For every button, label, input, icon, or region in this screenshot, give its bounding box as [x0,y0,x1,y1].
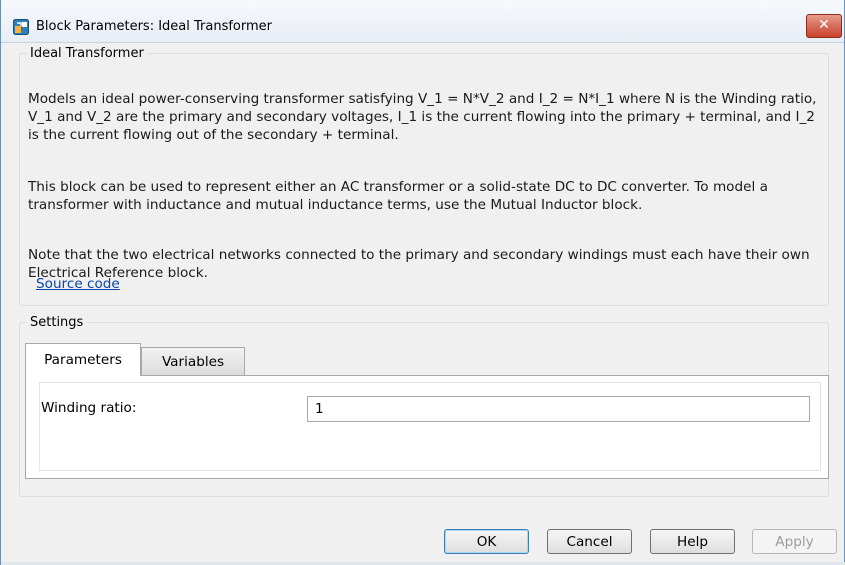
block-description-legend: Ideal Transformer [30,46,144,61]
apply-button[interactable]: Apply [752,529,837,554]
tab-parameters[interactable]: Parameters [25,343,141,376]
description-paragraph-2: This block can be used to represent eith… [28,179,768,213]
tab-variables-label: Variables [161,354,225,370]
source-code-link[interactable]: Source code [36,276,120,292]
winding-ratio-label: Winding ratio: [41,400,137,416]
description-paragraph-1: Models an ideal power-conserving transfo… [28,91,817,143]
tab-variables[interactable]: Variables [141,347,245,376]
help-button[interactable]: Help [650,529,735,554]
window-title: Block Parameters: Ideal Transformer [36,19,273,34]
winding-ratio-input[interactable] [307,396,810,422]
description-paragraph-3: Note that the two electrical networks co… [28,247,810,281]
settings-legend: Settings [30,315,84,330]
parameters-panel [25,375,829,479]
dialog-window: Block Parameters: Ideal Transformer ✕ Id… [0,0,845,565]
tab-parameters-label: Parameters [44,352,122,368]
block-description-group: Ideal Transformer Models an ideal power-… [19,46,829,306]
close-icon: ✕ [818,17,830,33]
cancel-button[interactable]: Cancel [547,529,632,554]
close-button[interactable]: ✕ [806,14,842,38]
simulink-block-icon [13,19,29,35]
title-bar[interactable]: Block Parameters: Ideal Transformer ✕ [1,0,844,43]
ok-button[interactable]: OK [444,529,529,554]
